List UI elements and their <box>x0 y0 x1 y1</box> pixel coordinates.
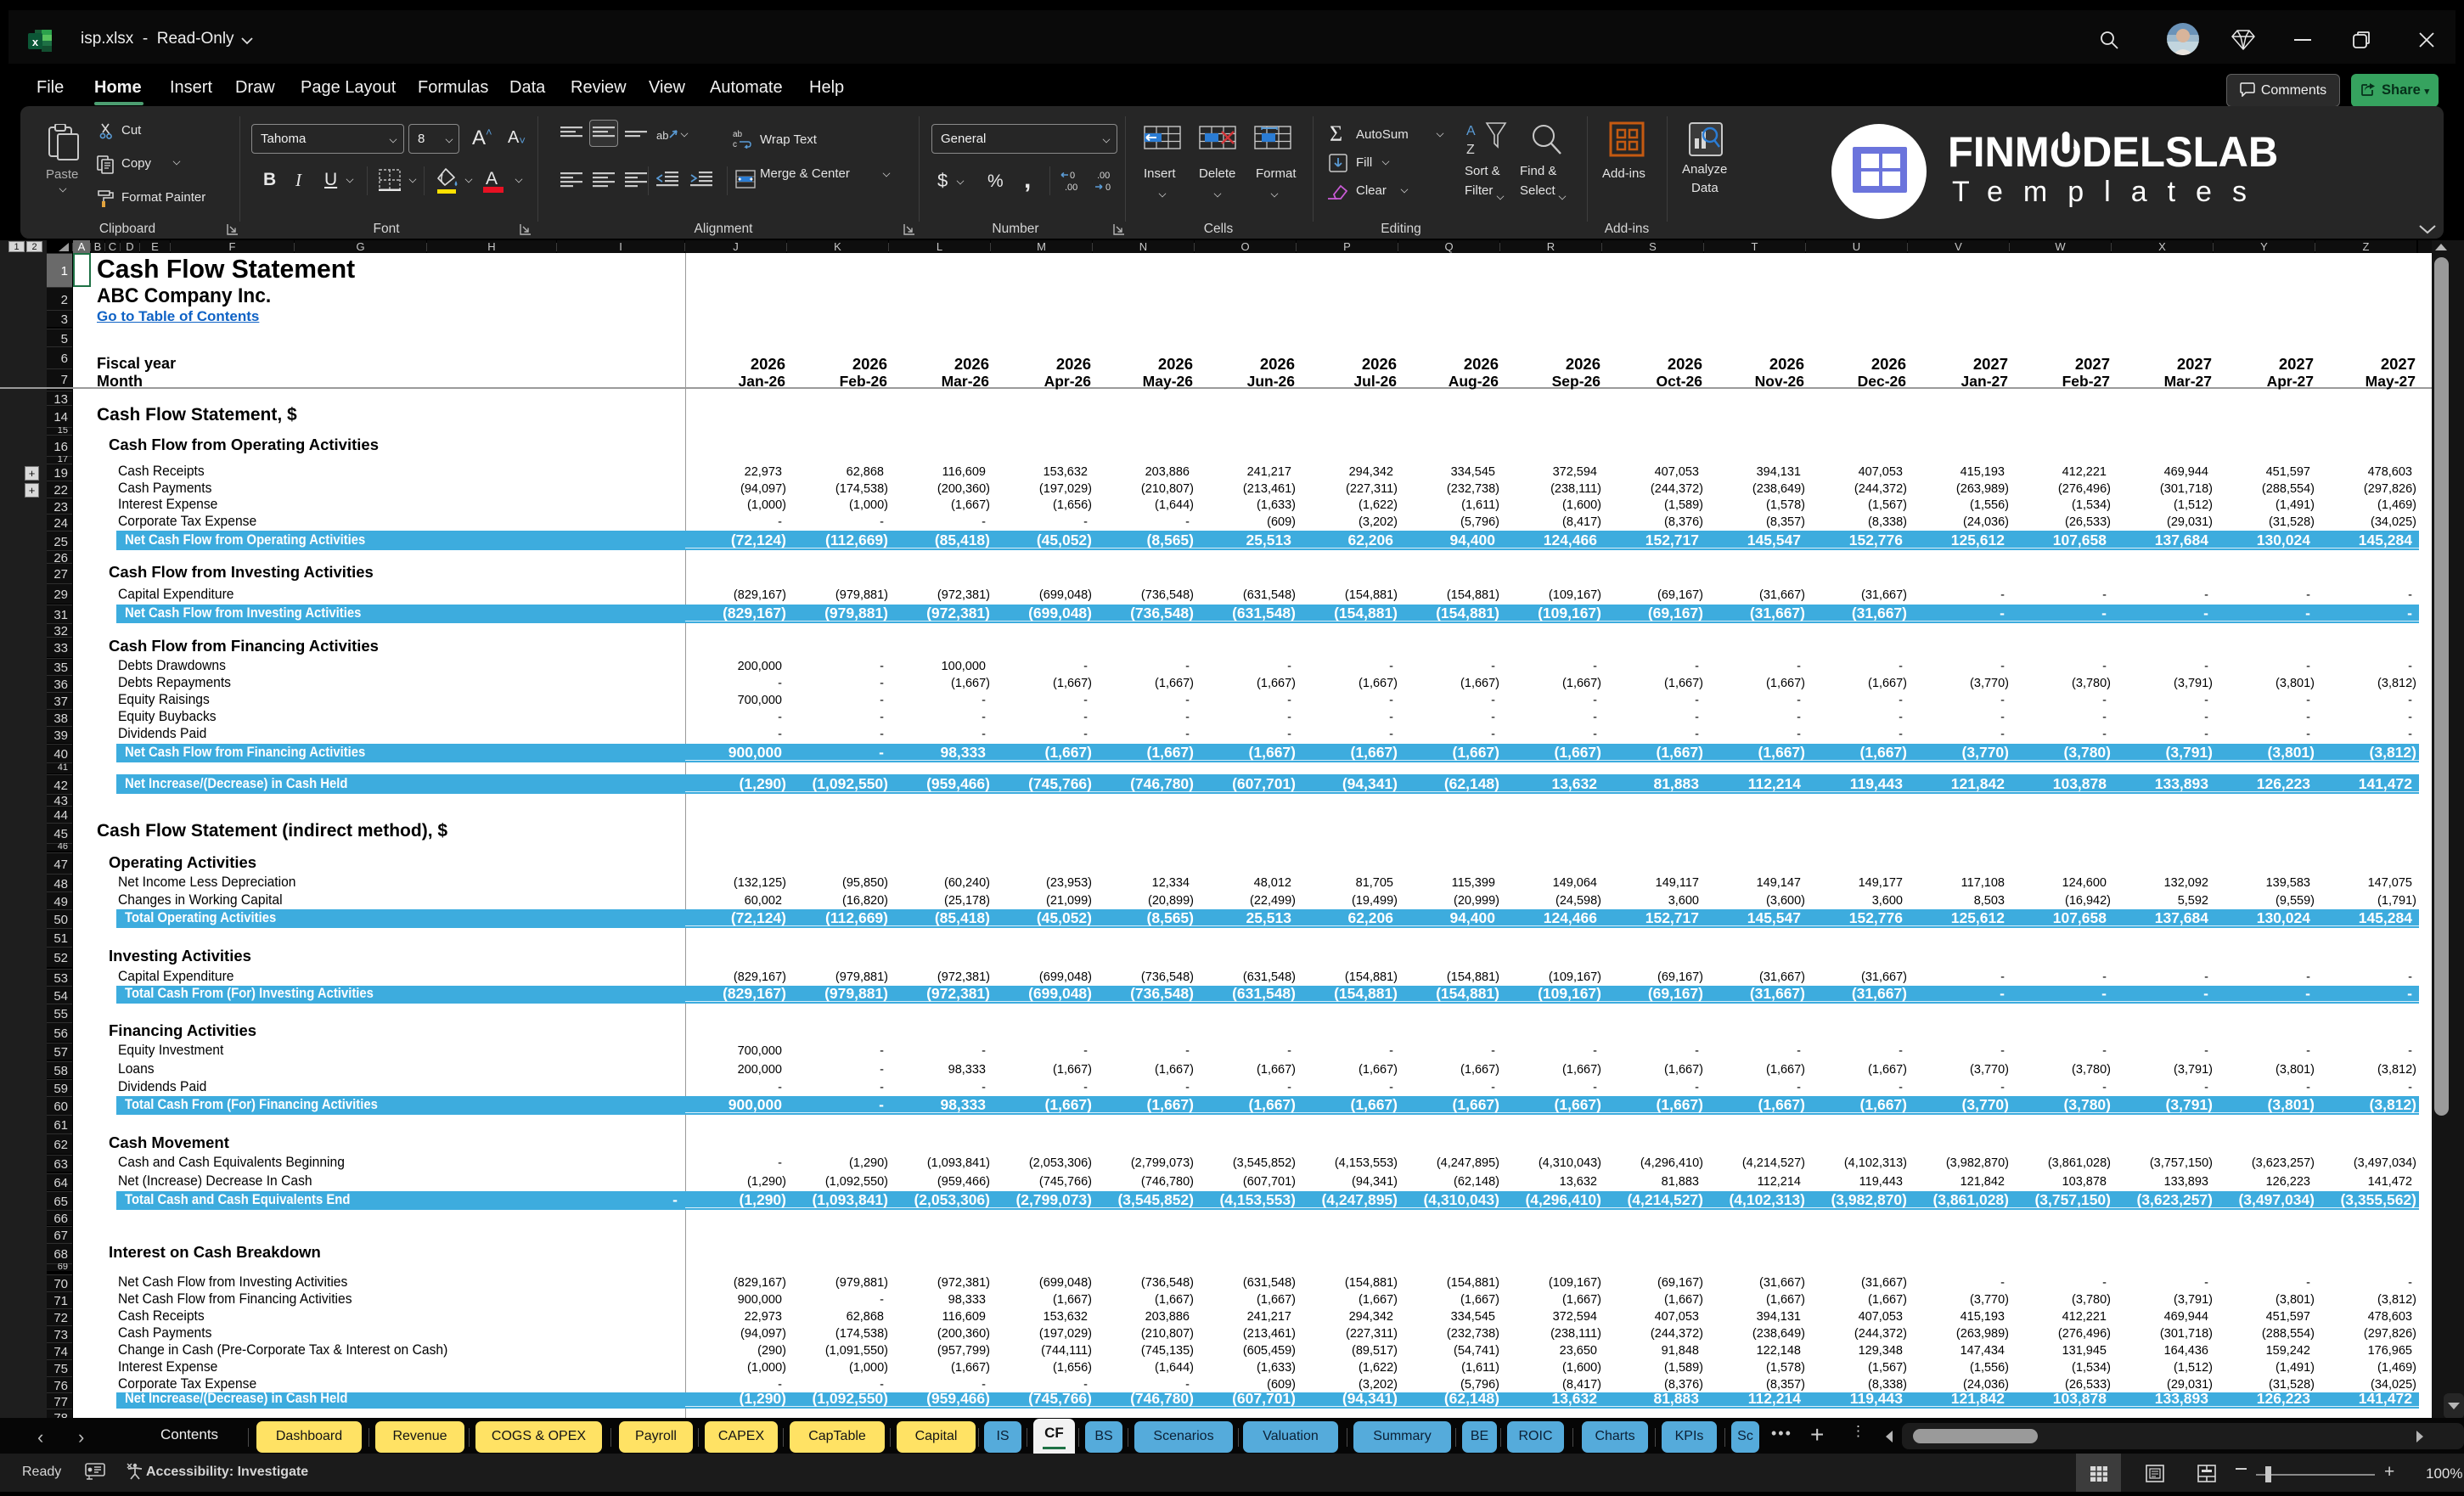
svg-text:ab: ab <box>733 130 743 139</box>
svg-text:x: x <box>32 36 39 48</box>
svg-text:ab: ab <box>656 129 668 142</box>
svg-text:Z: Z <box>1466 143 1475 157</box>
svg-text:.00: .00 <box>1097 171 1110 181</box>
svg-text:0: 0 <box>1070 171 1075 181</box>
svg-text:c: c <box>733 140 737 149</box>
svg-text:A: A <box>1466 124 1476 138</box>
svg-text:.00: .00 <box>1065 183 1077 192</box>
svg-text:0: 0 <box>1105 183 1111 192</box>
